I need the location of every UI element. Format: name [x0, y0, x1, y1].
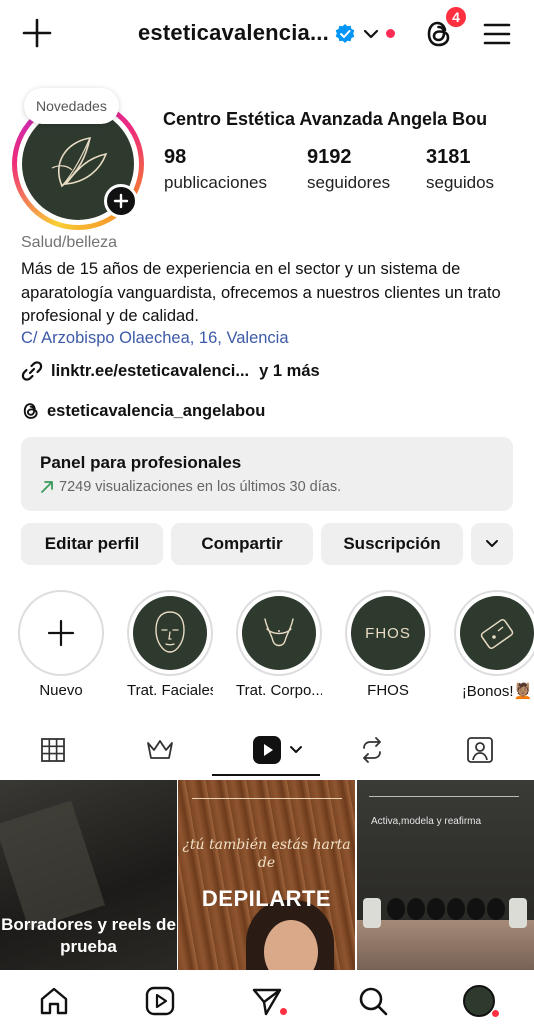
subscription-button[interactable]: Suscripción — [321, 523, 463, 565]
nav-home[interactable] — [37, 984, 71, 1018]
threads-small-icon — [23, 403, 38, 419]
tab-subscriptions[interactable] — [143, 734, 177, 766]
panel-subtitle: 7249 visualizaciones en los últimos 30 d… — [59, 479, 342, 495]
trend-up-arrow-icon — [41, 481, 53, 493]
plus-icon — [113, 193, 129, 209]
highlight-label: Trat. Faciales — [127, 682, 213, 699]
repost-icon — [363, 737, 381, 763]
nav-search[interactable] — [356, 984, 390, 1018]
highlight-cover — [454, 590, 534, 676]
stat-value: 9192 — [307, 146, 352, 168]
stat-label: seguidores — [307, 173, 391, 192]
bottom-navigation — [0, 970, 534, 1024]
chevron-down-icon — [486, 540, 498, 547]
reel-question-text: ¿tú también estás harta de — [182, 837, 351, 871]
chevron-down-icon[interactable] — [362, 26, 380, 42]
highlight-label: ¡Bonos!💆🏽 — [461, 683, 533, 700]
search-icon — [359, 987, 388, 1016]
profile-full-name: Centro Estética Avanzada Angela Bou — [163, 109, 488, 129]
stat-followers[interactable]: 9192 seguidores — [307, 146, 390, 193]
highlight-cover — [236, 590, 322, 676]
grid-icon — [41, 738, 65, 762]
stat-value: 98 — [164, 146, 187, 168]
highlight-label: FHOS — [367, 682, 409, 699]
body-icon — [264, 618, 294, 647]
verified-badge-icon — [335, 24, 355, 43]
highlight-fhos[interactable]: FHOS FHOS — [345, 590, 431, 699]
username-switcher[interactable]: esteticavalencia... — [138, 20, 329, 46]
profile-address-link[interactable]: C/ Arzobispo Olaechea, 16, Valencia — [21, 329, 289, 348]
tab-grid[interactable] — [36, 734, 70, 766]
threads-handle: esteticavalencia_angelabou — [47, 401, 266, 420]
reels-icon — [253, 736, 281, 764]
link-icon — [21, 361, 43, 381]
active-tab-indicator — [212, 774, 320, 776]
threads-notification-badge: 4 — [444, 5, 468, 29]
crown-icon — [147, 740, 173, 759]
suggested-accounts-toggle[interactable] — [471, 523, 513, 565]
edit-profile-button[interactable]: Editar perfil — [21, 523, 163, 565]
plus-icon — [47, 619, 75, 647]
messages-notification-dot — [280, 1008, 287, 1015]
send-paper-plane-icon — [252, 988, 282, 1016]
highlight-cover — [127, 590, 213, 676]
stat-label: seguidos — [426, 173, 495, 192]
highlight-cover: FHOS — [345, 590, 431, 676]
face-icon — [155, 611, 185, 653]
reels-icon — [145, 986, 175, 1016]
stat-value: 3181 — [426, 146, 471, 168]
tagged-person-icon — [467, 737, 493, 763]
professional-dashboard-panel[interactable]: Panel para profesionales 7249 visualizac… — [21, 437, 513, 511]
fhos-cover-text: FHOS — [365, 624, 411, 642]
grid-item-reel-depilarte[interactable]: ¿tú también estás harta de DEPILARTE — [178, 780, 355, 970]
profile-content-tabs — [0, 726, 534, 778]
link-text: linktr.ee/esteticavalenci... — [51, 361, 250, 380]
stat-following[interactable]: 3181 seguidos — [426, 146, 494, 193]
drafts-caption: Borradores y reels de prueba — [1, 915, 176, 956]
profile-avatar-small — [463, 985, 495, 1017]
note-bubble[interactable]: Novedades — [24, 88, 119, 124]
highlight-label: Nuevo — [39, 682, 83, 699]
highlight-bonos[interactable]: ¡Bonos!💆🏽 — [454, 590, 534, 700]
hamburger-menu-icon[interactable] — [482, 20, 512, 48]
panel-title: Panel para profesionales — [40, 453, 242, 472]
profile-category: Salud/belleza — [21, 234, 118, 251]
nav-reels[interactable] — [143, 984, 177, 1018]
add-story-button[interactable] — [104, 184, 138, 218]
profile-bio: Más de 15 años de experiencia en el sect… — [21, 260, 501, 325]
create-plus-icon[interactable] — [20, 16, 54, 50]
highlight-new[interactable]: Nuevo — [18, 590, 104, 699]
highlight-cover — [18, 590, 104, 676]
tab-reposts[interactable] — [355, 734, 389, 766]
profile-notification-dot — [492, 1010, 499, 1017]
voucher-icon — [480, 619, 514, 649]
highlight-facial-treatments[interactable]: Trat. Faciales — [127, 590, 213, 699]
profile-external-link[interactable]: linktr.ee/esteticavalenci... y 1 más — [21, 359, 320, 383]
reel-headline-text: DEPILARTE — [201, 886, 332, 911]
highlight-label: Trat. Corpo... — [236, 682, 322, 699]
top-bar: esteticavalencia... 4 — [0, 0, 534, 70]
panel-subtitle-row: 7249 visualizaciones en los últimos 30 d… — [40, 479, 494, 495]
nav-messages[interactable] — [250, 984, 284, 1018]
reel-header-text: Activa,modela y reafirma — [371, 816, 482, 827]
home-icon — [40, 987, 68, 1015]
tab-tagged[interactable] — [463, 734, 497, 766]
highlight-body-treatments[interactable]: Trat. Corpo... — [236, 590, 322, 699]
share-profile-button[interactable]: Compartir — [171, 523, 313, 565]
tab-reels[interactable] — [250, 734, 306, 766]
grid-item-reel-roller[interactable]: Activa,modela y reafirma — [357, 780, 534, 970]
grid-item-drafts[interactable]: Borradores y reels de prueba — [0, 780, 177, 970]
stat-posts[interactable]: 98 publicaciones — [164, 146, 267, 193]
stat-label: publicaciones — [164, 173, 268, 192]
chevron-down-icon — [290, 746, 302, 753]
link-more: y 1 más — [259, 361, 320, 380]
nav-profile[interactable] — [462, 984, 496, 1018]
account-notification-dot — [386, 29, 395, 38]
threads-profile-link[interactable]: esteticavalencia_angelabou — [21, 399, 265, 423]
